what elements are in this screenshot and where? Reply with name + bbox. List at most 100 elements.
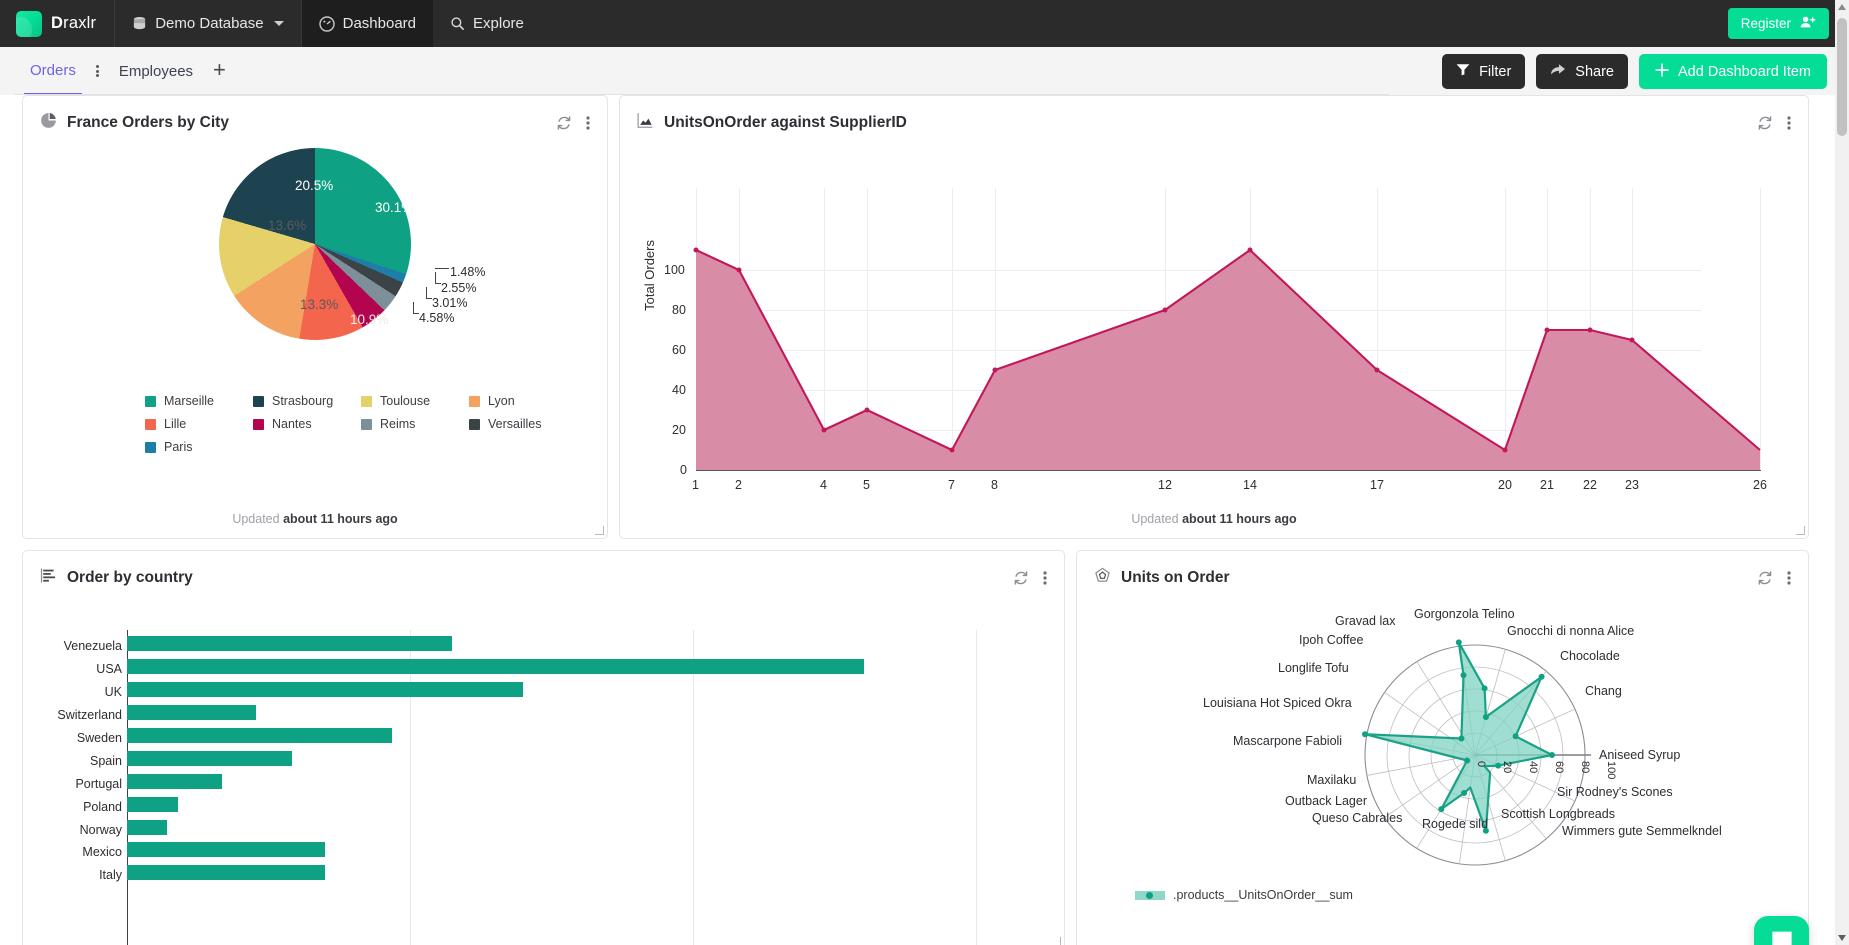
legend-item-lyon[interactable]: Lyon (469, 394, 577, 408)
bar[interactable] (127, 636, 452, 651)
gridline-x (693, 630, 694, 945)
add-tab-button[interactable]: + (199, 59, 240, 81)
x-axis-line (696, 470, 1761, 472)
data-point (1247, 247, 1253, 253)
card-menu-kebab-icon[interactable] (1787, 570, 1791, 586)
radar-axis-label-scottish-longbreads: Scottish Longbreads (1501, 807, 1615, 821)
refresh-icon[interactable] (1757, 115, 1773, 131)
register-button[interactable]: Register (1727, 8, 1829, 39)
card-france-orders-by-city[interactable]: France Orders by City 30.1% 20.5% 13.6% … (22, 95, 608, 539)
legend-label: Reims (380, 417, 416, 431)
chat-widget-button[interactable] (1754, 916, 1809, 945)
area-chart: Total Orders 0 20 40 60 80 100 1 2 4 5 7… (620, 140, 1808, 504)
nav-item-dashboard[interactable]: Dashboard (301, 0, 434, 47)
legend-item-strasbourg[interactable]: Strasbourg (253, 394, 361, 408)
card-unitsonorder-against-supplierid[interactable]: UnitsOnOrder against SupplierID Total Or… (619, 95, 1809, 539)
card-title: UnitsOnOrder against SupplierID (664, 114, 907, 131)
brand-initial: D (51, 14, 64, 32)
bar[interactable] (127, 774, 222, 789)
card-header: Order by country (23, 551, 1064, 595)
radar-axis-label-gorgonzola: Gorgonzola Telino (1414, 607, 1515, 621)
filter-icon (1456, 63, 1470, 80)
card-units-on-order[interactable]: Units on Order 0 20 40 60 80 100 Aniseed… (1076, 550, 1809, 945)
page-scrollbar[interactable] (1835, 0, 1849, 945)
legend-label: Paris (164, 440, 193, 454)
bar[interactable] (127, 682, 523, 697)
card-resize-handle[interactable] (1052, 937, 1061, 945)
radar-axis-label-gnocchi: Gnocchi di nonna Alice (1507, 624, 1635, 638)
r-tick-label: 60 (1553, 761, 1565, 774)
radar-legend[interactable]: .products__UnitsOnOrder__sum (1135, 888, 1353, 902)
database-selector[interactable]: Demo Database (115, 0, 300, 47)
add-dashboard-item-button[interactable]: Add Dashboard Item (1639, 54, 1827, 89)
bar-category-label: UK (104, 685, 122, 699)
tab-orders[interactable]: Orders (24, 47, 82, 95)
tab-employees[interactable]: Employees (113, 47, 199, 95)
bar[interactable] (127, 728, 392, 743)
r-tick-label: 40 (1527, 761, 1539, 774)
filter-button[interactable]: Filter (1442, 54, 1526, 89)
top-navigation-bar: Draxlr Demo Database Dashboard Explore R… (0, 0, 1849, 47)
pie-leader-line (435, 272, 441, 284)
r-tick-label: 100 (1605, 761, 1617, 780)
data-point (949, 447, 955, 453)
refresh-icon[interactable] (1757, 570, 1773, 586)
bar[interactable] (127, 659, 864, 674)
pie-outside-label-reims: 3.01% (432, 296, 468, 310)
x-tick-label: 12 (1158, 478, 1172, 492)
data-point (693, 247, 699, 253)
card-menu-kebab-icon[interactable] (1787, 115, 1791, 131)
card-title: Units on Order (1121, 569, 1230, 586)
data-point (1162, 307, 1168, 313)
tab-employees-label: Employees (118, 62, 194, 80)
bar[interactable] (127, 797, 178, 812)
legend-item-paris[interactable]: Paris (145, 440, 253, 454)
radar-axis-label-aniseed-syrup: Aniseed Syrup (1599, 748, 1681, 762)
refresh-icon[interactable] (556, 115, 572, 131)
card-resize-handle[interactable] (1796, 526, 1805, 535)
bar[interactable] (127, 842, 325, 857)
bar[interactable] (127, 751, 292, 766)
nav-item-explore[interactable]: Explore (433, 0, 541, 47)
legend-item-marseille[interactable]: Marseille (145, 394, 253, 408)
radar-r-ticks: 0 20 40 60 80 100 (1475, 761, 1617, 779)
card-body: 30.1% 20.5% 13.6% 13.3% 10.9% 1.48% 2.55… (23, 140, 607, 504)
kebab-dot (95, 69, 99, 73)
x-tick-label: 26 (1753, 478, 1767, 492)
card-order-by-country[interactable]: Order by country Venezuela USA UK Switze… (22, 550, 1065, 945)
y-tick-label: 100 (664, 263, 685, 277)
pie-leader-line (413, 302, 419, 314)
card-menu-kebab-icon[interactable] (1043, 570, 1047, 586)
dashboard-row: France Orders by City 30.1% 20.5% 13.6% … (22, 95, 1827, 539)
tab-options-button[interactable] (82, 47, 113, 95)
legend-item-versailles[interactable]: Versailles (469, 417, 577, 431)
legend-item-reims[interactable]: Reims (361, 417, 469, 431)
card-resize-handle[interactable] (595, 526, 604, 535)
bar-chart: Venezuela USA UK Switzerland Sweden Spai… (23, 595, 1064, 945)
bar[interactable] (127, 820, 167, 835)
x-tick-label: 21 (1540, 478, 1554, 492)
pie-chart: 30.1% 20.5% 13.6% 13.3% 10.9% 1.48% 2.55… (23, 140, 607, 388)
radar-axis-label-outback-lager: Outback Lager (1285, 794, 1367, 808)
card-menu-kebab-icon[interactable] (586, 115, 590, 131)
radar-axis-label-rogede-sild: Rogede sild (1422, 817, 1489, 831)
legend-item-nantes[interactable]: Nantes (253, 417, 361, 431)
legend-label: Marseille (164, 394, 215, 408)
bar[interactable] (127, 865, 325, 880)
refresh-icon[interactable] (1013, 570, 1029, 586)
share-button[interactable]: Share (1536, 54, 1628, 89)
scrollbar-thumb[interactable] (1837, 18, 1847, 136)
brand-logo-group[interactable]: Draxlr (0, 10, 114, 37)
data-point (1629, 337, 1635, 343)
pie-chart-icon (40, 112, 57, 134)
legend-item-toulouse[interactable]: Toulouse (361, 394, 469, 408)
bar[interactable] (127, 705, 256, 720)
scrollbar-down-arrow[interactable] (1835, 931, 1849, 945)
data-point (1587, 327, 1593, 333)
kebab-dot (95, 74, 99, 77)
area-chart-icon (637, 112, 654, 134)
scrollbar-up-arrow[interactable] (1835, 0, 1849, 14)
y-tick-label: 60 (672, 343, 686, 357)
dashboard-icon (318, 15, 335, 32)
legend-item-lille[interactable]: Lille (145, 417, 253, 431)
